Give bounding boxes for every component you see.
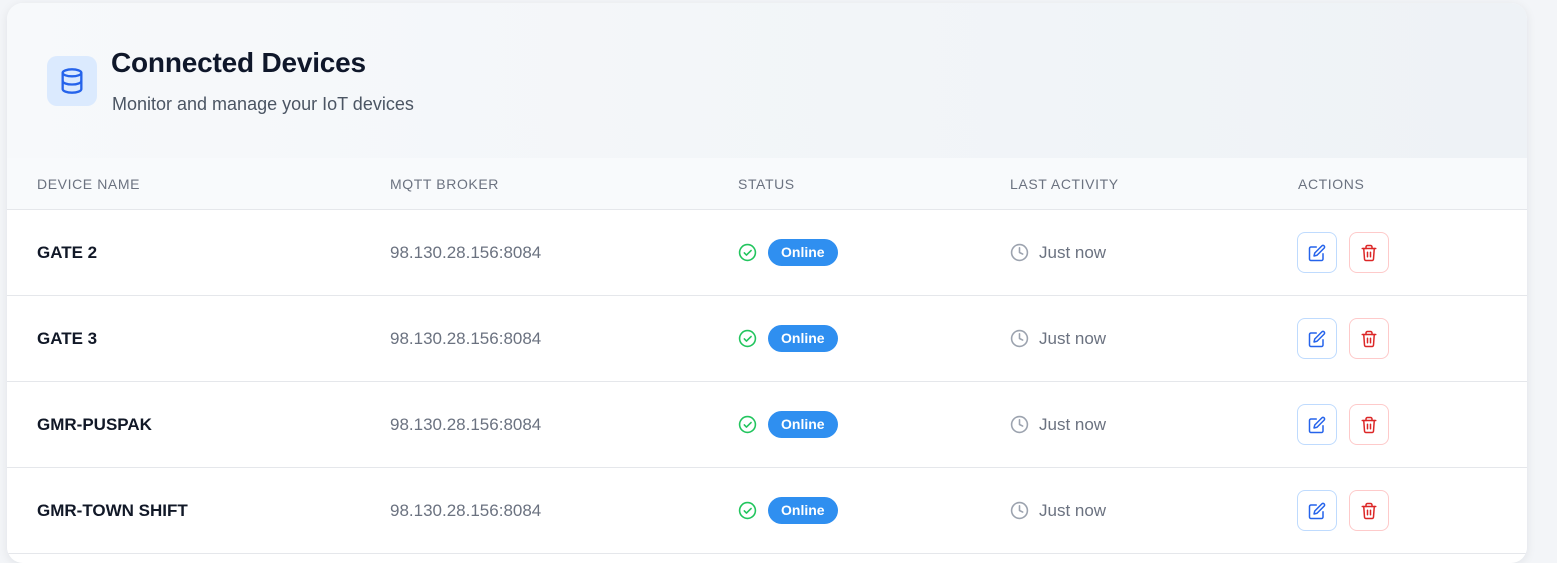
last-activity-cell: Just now [1010, 329, 1106, 349]
delete-button[interactable] [1349, 232, 1389, 273]
device-name: GMR-TOWN SHIFT [37, 500, 188, 520]
table-row: GATE 3 98.130.28.156:8084 Online Just no… [7, 296, 1527, 382]
edit-button[interactable] [1297, 318, 1337, 359]
devices-card: Connected Devices Monitor and manage you… [7, 3, 1527, 563]
edit-button[interactable] [1297, 490, 1337, 531]
database-icon [47, 56, 97, 106]
page-title: Connected Devices [111, 47, 366, 78]
column-header-actions: ACTIONS [1298, 176, 1365, 192]
last-activity-cell: Just now [1010, 415, 1106, 435]
status-badge: Online [768, 411, 838, 438]
trash-icon [1360, 502, 1378, 520]
trash-icon [1360, 416, 1378, 434]
check-circle-icon [738, 501, 757, 520]
column-header-device-name: DEVICE NAME [37, 176, 141, 192]
delete-button[interactable] [1349, 404, 1389, 445]
status-badge: Online [768, 239, 838, 266]
status-badge: Online [768, 497, 838, 524]
trash-icon [1360, 244, 1378, 262]
edit-icon [1308, 244, 1326, 262]
status-cell: Online [738, 497, 838, 524]
mqtt-broker: 98.130.28.156:8084 [390, 414, 542, 434]
trash-icon [1360, 330, 1378, 348]
page-subtitle: Monitor and manage your IoT devices [112, 94, 414, 114]
status-cell: Online [738, 325, 838, 352]
edit-icon [1308, 502, 1326, 520]
table-header-row: DEVICE NAME MQTT BROKER STATUS LAST ACTI… [7, 158, 1527, 210]
last-activity-text: Just now [1039, 242, 1107, 262]
last-activity-text: Just now [1039, 500, 1107, 520]
device-name: GATE 3 [37, 328, 98, 348]
table-row: GMR-TOWN SHIFT 98.130.28.156:8084 Online… [7, 468, 1527, 554]
mqtt-broker: 98.130.28.156:8084 [390, 500, 542, 520]
card-header: Connected Devices Monitor and manage you… [7, 3, 1527, 158]
edit-button[interactable] [1297, 232, 1337, 273]
delete-button[interactable] [1349, 490, 1389, 531]
table-row: GMR-PUSPAK 98.130.28.156:8084 Online Jus… [7, 382, 1527, 468]
clock-icon [1010, 329, 1029, 348]
check-circle-icon [738, 243, 757, 262]
clock-icon [1010, 243, 1029, 262]
edit-button[interactable] [1297, 404, 1337, 445]
device-name: GATE 2 [37, 242, 98, 262]
last-activity-text: Just now [1039, 414, 1107, 434]
column-header-mqtt-broker: MQTT BROKER [390, 176, 500, 192]
clock-icon [1010, 501, 1029, 520]
check-circle-icon [738, 415, 757, 434]
column-header-last-activity: LAST ACTIVITY [1010, 176, 1119, 192]
column-header-status: STATUS [738, 176, 795, 192]
check-circle-icon [738, 329, 757, 348]
edit-icon [1308, 416, 1326, 434]
status-cell: Online [738, 411, 838, 438]
device-name: GMR-PUSPAK [37, 414, 152, 434]
status-cell: Online [738, 239, 838, 266]
clock-icon [1010, 415, 1029, 434]
last-activity-cell: Just now [1010, 501, 1106, 521]
last-activity-cell: Just now [1010, 243, 1106, 263]
last-activity-text: Just now [1039, 328, 1107, 348]
edit-icon [1308, 330, 1326, 348]
mqtt-broker: 98.130.28.156:8084 [390, 242, 542, 262]
table-row: GATE 2 98.130.28.156:8084 Online Just no… [7, 210, 1527, 296]
mqtt-broker: 98.130.28.156:8084 [390, 328, 542, 348]
delete-button[interactable] [1349, 318, 1389, 359]
status-badge: Online [768, 325, 838, 352]
